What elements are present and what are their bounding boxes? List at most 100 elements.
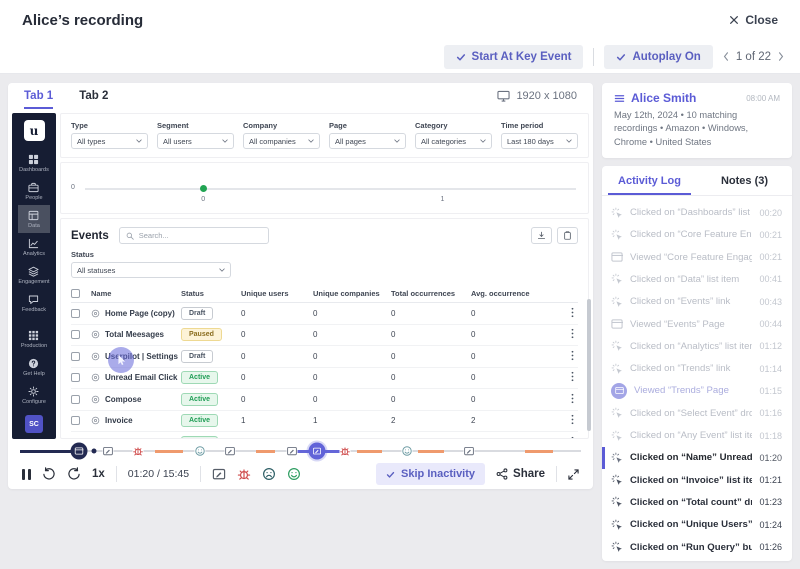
filter-select[interactable]: All types [71,133,148,149]
filter-select[interactable]: All users [157,133,234,149]
filter-select[interactable]: All pages [329,133,406,149]
activity-log-item[interactable]: Clicked on “Dashboards” list item00:20 [602,201,792,223]
sidebar-item-dashboards[interactable]: Dashboards [18,149,49,177]
timeline-sentiment-marker[interactable] [194,446,205,457]
table-row[interactable]: InvoiceActive1122 [71,411,578,433]
status-cell: Active [181,414,241,427]
add-note-button[interactable] [212,467,226,481]
timeline-event-dot[interactable] [92,449,97,454]
skip-inactivity-toggle[interactable]: Skip Inactivity [376,463,485,485]
table-row[interactable]: Total MeesagesPaused0000 [71,325,578,347]
sidebar-item-production[interactable]: Production [21,325,47,353]
timeline-note-marker[interactable] [102,446,113,457]
chevron-right-icon[interactable] [778,52,784,61]
timeline-error-marker[interactable] [132,446,143,457]
events-search-box[interactable] [119,227,269,244]
playback-timeline[interactable] [20,443,581,459]
row-checkbox[interactable] [71,309,80,318]
timeline-selected-event-marker[interactable] [309,443,326,460]
row-checkbox[interactable] [71,416,80,425]
playback-speed-button[interactable]: 1x [92,468,105,480]
autoplay-toggle-button[interactable]: Autoplay On [604,45,712,69]
row-checkbox[interactable] [71,373,80,382]
timeline-playhead[interactable] [70,443,87,460]
happy-marker-button[interactable] [287,467,301,481]
tab-notes-3-[interactable]: Notes (3) [697,166,792,195]
table-row[interactable]: Userpilot | SettingsDraft0000 [71,346,578,368]
row-checkbox[interactable] [71,352,80,361]
activity-log-item[interactable]: Clicked on “Core Feature Engagem...00:21 [602,224,792,246]
activity-log-item[interactable]: Clicked on “Name” Unread Email C...01:20 [602,447,792,469]
row-checkbox[interactable] [71,438,80,439]
replay-tab-1[interactable]: Tab 1 [24,83,53,109]
activity-log-item[interactable]: Clicked on “Any Event” list item01:18 [602,424,792,446]
activity-log-item[interactable]: Clicked on “Trends” link01:14 [602,357,792,379]
activity-log-item[interactable]: Viewed “Core Feature Engagment”00:21 [602,246,792,268]
status-filter-select[interactable]: All statuses [71,262,231,278]
activity-log-item[interactable]: Viewed “Events” Page00:44 [602,313,792,335]
activity-log-item[interactable]: Clicked on “Unique Users” list item01:24 [602,514,792,536]
timeline-note-marker[interactable] [463,446,474,457]
search-input[interactable] [139,231,262,240]
row-menu-button[interactable] [571,414,578,427]
clipboard-button[interactable] [557,227,578,244]
error-marker-button[interactable] [237,467,251,481]
activity-log-item[interactable]: Clicked on “Data” list item00:41 [602,268,792,290]
tab-activity-log[interactable]: Activity Log [602,166,697,195]
select-all-checkbox[interactable] [71,289,80,298]
forward-button[interactable] [67,467,81,481]
table-row[interactable]: Home Page (copy)Draft0000 [71,303,578,325]
filter-select[interactable]: Last 180 days [501,133,578,149]
row-menu-button[interactable] [571,307,578,320]
row-menu-button[interactable] [571,328,578,341]
download-button[interactable] [531,227,552,244]
activity-log-item[interactable]: Viewed “Trends” Page01:15 [602,380,792,402]
start-at-key-event-button[interactable]: Start At Key Event [444,45,584,69]
sidebar-item-engagement[interactable]: Engagement [18,261,49,289]
user-name[interactable]: Alice Smith [631,91,696,105]
sidebar-item-analytics[interactable]: Analytics [18,233,49,261]
activity-log-item[interactable]: Clicked on “Analytics” list item01:12 [602,335,792,357]
table-row[interactable]: Userpilot Knowledge ...Active0000 [71,432,578,439]
share-icon [496,468,508,480]
activity-log-item[interactable]: Clicked on “Total count” dropdown01:23 [602,491,792,513]
frustration-marker-button[interactable] [262,467,276,481]
timeline-note-marker[interactable] [225,446,236,457]
activity-log-item[interactable]: Clicked on “Events” link00:43 [602,291,792,313]
activity-text: Viewed “Events” Page [630,319,752,330]
timeline-note-marker[interactable] [287,446,298,457]
filter-select[interactable]: All categories [415,133,492,149]
fullscreen-button[interactable] [568,469,579,480]
sidebar-item-feedback[interactable]: Feedback [18,289,49,317]
activity-log-item[interactable]: Clicked on “Invoice” list item01:21 [602,469,792,491]
pause-button[interactable] [22,469,31,480]
status-cell: Draft [181,307,241,320]
viewport-scrollbar[interactable] [587,299,591,431]
avatar[interactable]: SC [25,415,43,433]
timeline-error-marker[interactable] [340,446,351,457]
activity-log-item[interactable]: Clicked on “Save” button01:55 [602,558,792,561]
sidebar-item-data[interactable]: Data [18,205,49,233]
sidebar-item-get-help[interactable]: Get Help [21,353,47,381]
sidebar-item-people[interactable]: People [18,177,49,205]
row-menu-button[interactable] [571,436,578,439]
row-menu-button[interactable] [571,393,578,406]
activity-log-item[interactable]: Clicked on “Run Query” button01:26 [602,536,792,558]
chevron-left-icon[interactable] [723,52,729,61]
row-checkbox[interactable] [71,395,80,404]
activity-log-item[interactable]: Clicked on “Select Event” dropdown01:16 [602,402,792,424]
share-button[interactable]: Share [496,468,545,480]
sidebar-item-configure[interactable]: Configure [21,381,47,409]
row-menu-button[interactable] [571,350,578,363]
close-button[interactable]: Close [729,13,778,27]
timeline-sentiment-marker[interactable] [402,446,413,457]
replay-column: Tab 1Tab 2 1920 x 1080 u DashboardsPeopl… [8,83,593,561]
row-checkbox[interactable] [71,330,80,339]
rewind-button[interactable] [42,467,56,481]
table-row[interactable]: ComposeActive0000 [71,389,578,411]
row-menu-button[interactable] [571,371,578,384]
filter-select[interactable]: All companies [243,133,320,149]
table-row[interactable]: Unread Email ClickActive0000 [71,368,578,390]
replay-tab-2[interactable]: Tab 2 [79,83,108,109]
chart-data-point[interactable] [200,185,207,192]
